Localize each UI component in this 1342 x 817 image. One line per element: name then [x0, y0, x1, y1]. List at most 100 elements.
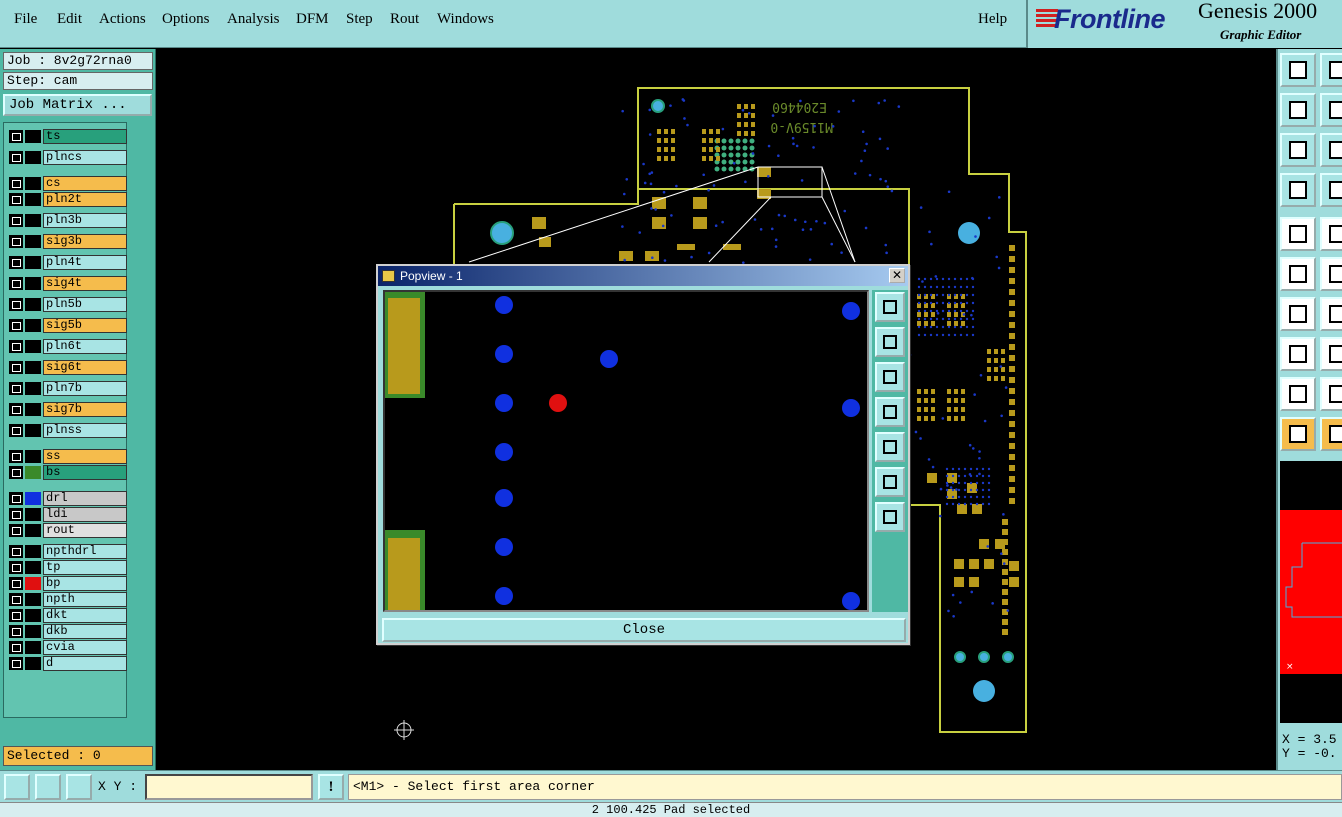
close-icon[interactable]: ✕	[889, 268, 905, 283]
layer-name[interactable]: ss	[43, 449, 127, 464]
layer-checkbox[interactable]	[9, 151, 23, 164]
layer-name[interactable]: tp	[43, 560, 127, 575]
tool-grid-icon[interactable]	[1320, 173, 1342, 207]
layer-name[interactable]: pln5b	[43, 297, 127, 312]
tool-cross-icon[interactable]	[1320, 257, 1342, 291]
layer-checkbox[interactable]	[9, 641, 23, 654]
layer-checkbox[interactable]	[9, 577, 23, 590]
layer-row-dkt[interactable]: dkt	[9, 608, 127, 623]
tool-triangle-icon[interactable]	[1280, 377, 1316, 411]
layer-name[interactable]: sig7b	[43, 402, 127, 417]
layer-name[interactable]: dkt	[43, 608, 127, 623]
menu-rout[interactable]: Rout	[390, 11, 419, 28]
layer-name[interactable]: pln3b	[43, 213, 127, 228]
tool-zoom-area-icon[interactable]	[1320, 133, 1342, 167]
layer-row-bp[interactable]: bp	[9, 576, 127, 591]
menu-dfm[interactable]: DFM	[296, 11, 329, 28]
layer-checkbox[interactable]	[9, 298, 23, 311]
layer-checkbox[interactable]	[9, 466, 23, 479]
popview-right-icon[interactable]	[875, 432, 905, 462]
popview-close-button[interactable]: Close	[382, 618, 906, 642]
layer-row-tp[interactable]: tp	[9, 560, 127, 575]
layer-row-cs[interactable]: cs	[9, 176, 127, 191]
tool-pan-left-icon[interactable]	[1280, 93, 1316, 127]
tool-move-icon[interactable]	[1280, 337, 1316, 371]
layer-checkbox[interactable]	[9, 561, 23, 574]
tool-peak-icon[interactable]	[1320, 377, 1342, 411]
popview-expand-icon[interactable]	[875, 502, 905, 532]
tool-select-area-icon[interactable]	[1320, 417, 1342, 451]
popview-canvas[interactable]	[383, 290, 869, 612]
layer-name[interactable]: sig6t	[43, 360, 127, 375]
menu-help[interactable]: Help	[978, 11, 1007, 28]
tool-line-icon[interactable]	[1320, 297, 1342, 331]
layer-name[interactable]: ts	[43, 129, 127, 144]
layer-name[interactable]: dkb	[43, 624, 127, 639]
layer-row-pln5b[interactable]: pln5b	[9, 297, 127, 312]
layer-name[interactable]: d	[43, 656, 127, 671]
layer-checkbox[interactable]	[9, 319, 23, 332]
layer-checkbox[interactable]	[9, 382, 23, 395]
layer-checkbox[interactable]	[9, 214, 23, 227]
angle-mode-icon[interactable]	[35, 774, 61, 800]
xy-input[interactable]	[145, 774, 313, 800]
layer-checkbox[interactable]	[9, 235, 23, 248]
layer-checkbox[interactable]	[9, 403, 23, 416]
layer-name[interactable]: pln6t	[43, 339, 127, 354]
layer-name[interactable]: npthdrl	[43, 544, 127, 559]
layer-row-drl[interactable]: drl	[9, 491, 127, 506]
menu-edit[interactable]: Edit	[57, 11, 82, 28]
prompt-button[interactable]: !	[318, 774, 344, 800]
layer-name[interactable]: sig5b	[43, 318, 127, 333]
layer-row-d[interactable]: d	[9, 656, 127, 671]
layer-row-rout[interactable]: rout	[9, 523, 127, 538]
layer-checkbox[interactable]	[9, 609, 23, 622]
layer-name[interactable]: cs	[43, 176, 127, 191]
layer-row-ldi[interactable]: ldi	[9, 507, 127, 522]
layer-name[interactable]: ldi	[43, 507, 127, 522]
popview-titlebar[interactable]: Popview - 1 ✕	[378, 266, 908, 286]
layer-checkbox[interactable]	[9, 193, 23, 206]
menu-options[interactable]: Options	[162, 11, 210, 28]
tool-snap-icon[interactable]	[1280, 217, 1316, 251]
menu-step[interactable]: Step	[346, 11, 373, 28]
layer-checkbox[interactable]	[9, 593, 23, 606]
tool-select-icon[interactable]	[1280, 417, 1316, 451]
layer-checkbox[interactable]	[9, 450, 23, 463]
layer-name[interactable]: cvia	[43, 640, 127, 655]
tool-measure-icon[interactable]	[1320, 217, 1342, 251]
layer-row-plncs[interactable]: plncs	[9, 150, 127, 165]
menu-file[interactable]: File	[14, 11, 37, 28]
layer-row-sig4t[interactable]: sig4t	[9, 276, 127, 291]
layer-row-bs[interactable]: bs	[9, 465, 127, 480]
layer-name[interactable]: sig4t	[43, 276, 127, 291]
layer-row-sig6t[interactable]: sig6t	[9, 360, 127, 375]
layer-name[interactable]: pln7b	[43, 381, 127, 396]
layer-row-pln7b[interactable]: pln7b	[9, 381, 127, 396]
layer-row-dkb[interactable]: dkb	[9, 624, 127, 639]
menu-windows[interactable]: Windows	[437, 11, 494, 28]
menu-analysis[interactable]: Analysis	[227, 11, 280, 28]
layer-checkbox[interactable]	[9, 277, 23, 290]
grid-snap-icon[interactable]	[66, 774, 92, 800]
popview-zoom-icon[interactable]	[875, 292, 905, 322]
layer-checkbox[interactable]	[9, 340, 23, 353]
layer-name[interactable]: bs	[43, 465, 127, 480]
resize-icon[interactable]	[4, 774, 30, 800]
job-matrix-button[interactable]: Job Matrix ...	[3, 94, 152, 116]
layer-row-npthdrl[interactable]: npthdrl	[9, 544, 127, 559]
tool-angle-icon[interactable]	[1280, 297, 1316, 331]
layer-checkbox[interactable]	[9, 508, 23, 521]
layer-row-plnss[interactable]: plnss	[9, 423, 127, 438]
layer-name[interactable]: bp	[43, 576, 127, 591]
layer-row-pln2t[interactable]: pln2t	[9, 192, 127, 207]
layer-checkbox[interactable]	[9, 361, 23, 374]
layer-row-sig5b[interactable]: sig5b	[9, 318, 127, 333]
menu-actions[interactable]: Actions	[99, 11, 146, 28]
popview-left-icon[interactable]	[875, 397, 905, 427]
layer-name[interactable]: pln4t	[43, 255, 127, 270]
layer-row-sig7b[interactable]: sig7b	[9, 402, 127, 417]
popview-down-icon[interactable]	[875, 362, 905, 392]
layer-name[interactable]: sig3b	[43, 234, 127, 249]
layer-checkbox[interactable]	[9, 424, 23, 437]
